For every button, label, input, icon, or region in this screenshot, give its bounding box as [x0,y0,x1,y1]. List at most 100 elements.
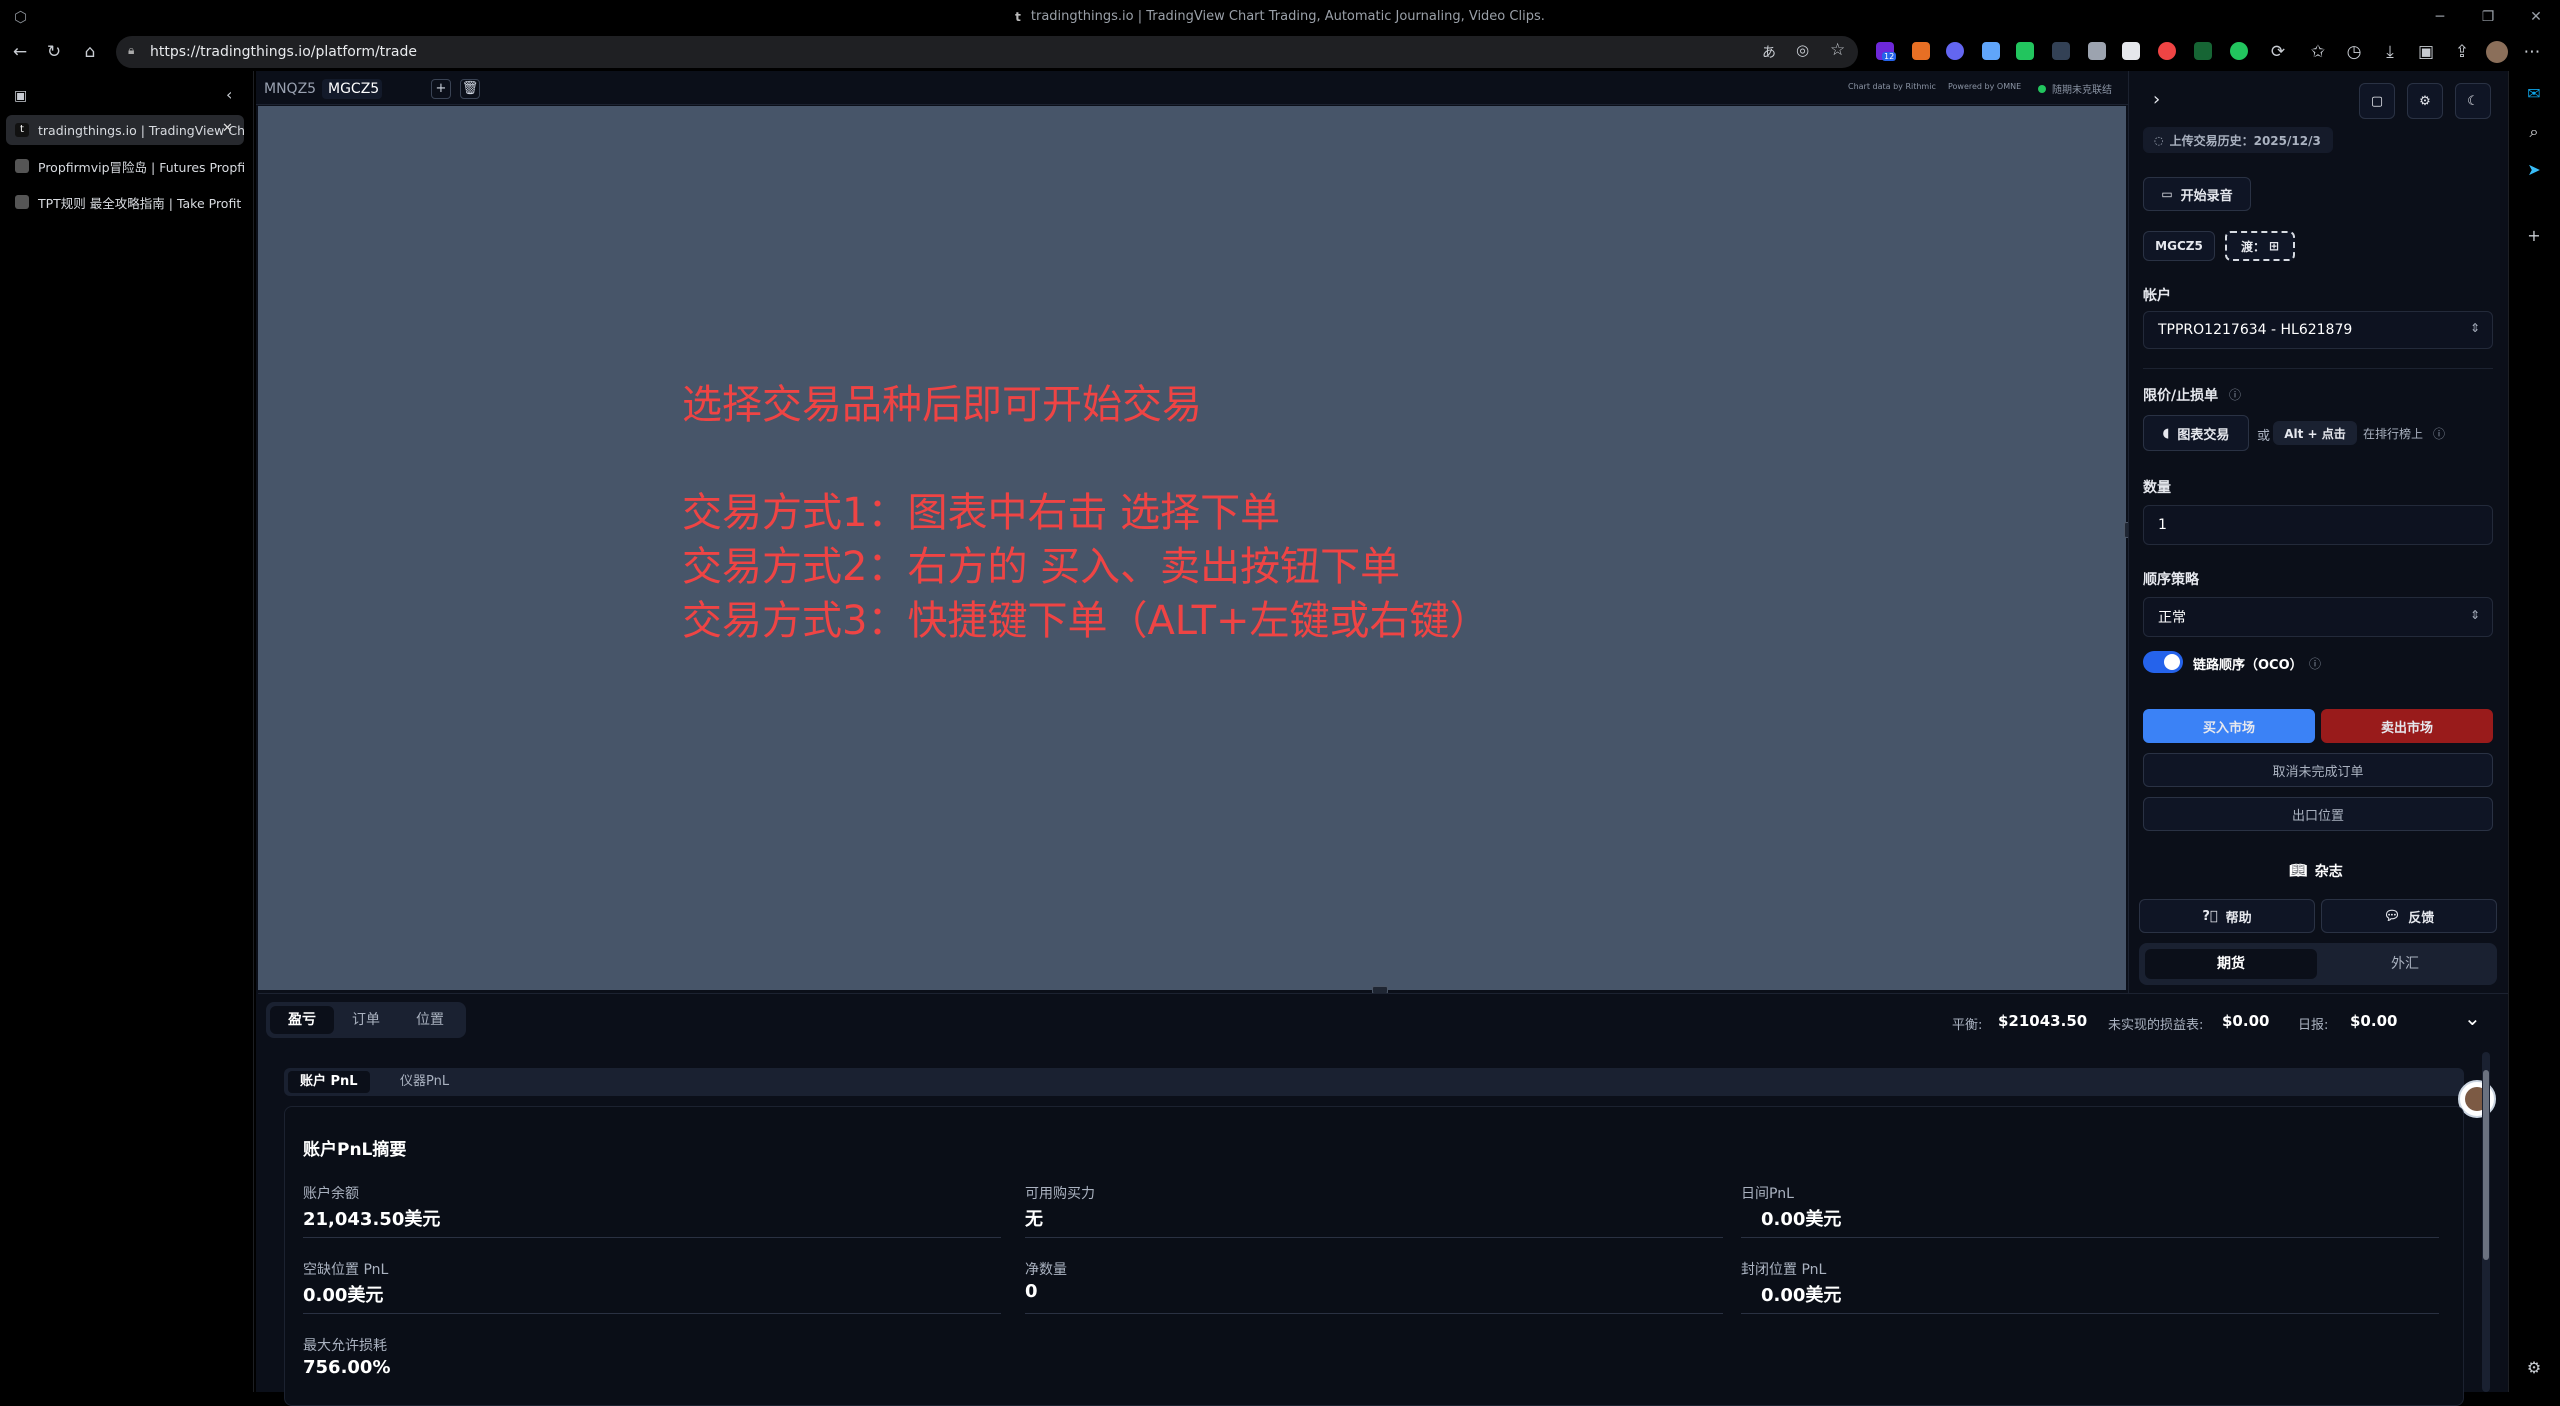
scrollbar[interactable] [2482,1052,2490,1392]
collapse-panel-chevron-icon[interactable]: ⌄ [2464,1006,2481,1030]
reader-icon[interactable]: ◎ [1796,41,1809,59]
journal-link[interactable]: 📖︎ 杂志 [2289,861,2343,881]
vertical-tab-propfirmvip[interactable]: Propfirmvip冒险岛 | Futures Propfirm [6,151,244,181]
chart-trade-button[interactable]: ◖ 图表交易 [2143,415,2249,451]
collapse-panel-icon[interactable]: › [2153,89,2160,110]
extension-icon-1[interactable]: 12 [1876,42,1897,61]
close-tab-icon[interactable]: ✕ [222,121,233,136]
address-bar[interactable]: 🔒︎ https://tradingthings.io/platform/tra… [116,36,1858,68]
history-icon[interactable]: ◷ [2342,41,2366,63]
theme-toggle-button[interactable]: ☾ [2455,83,2491,119]
market-type-switch: 期货 外汇 [2139,943,2497,985]
extension-icon-10[interactable] [2194,42,2212,60]
field-value: 756.00% [303,1357,391,1378]
mouse-icon: ◖ [2162,425,2170,441]
account-select[interactable]: TPPRO1217634 - HL621879 ⇕ [2143,311,2493,349]
field-label: 最大允许损耗 [303,1338,387,1354]
account-select-value: TPPRO1217634 - HL621879 [2158,322,2353,338]
field-label: 可用购买力 [1025,1186,1095,1202]
tpt-favicon [15,195,29,209]
add-rail-icon[interactable]: + [2523,225,2545,247]
exit-position-button[interactable]: 出口位置 [2143,797,2493,831]
extension-icon-3[interactable] [1946,42,1964,60]
chart-data-credit: Chart data by Rithmic [1848,82,1936,91]
instruction-line-2: 交易方式1：图表中右击 选择下单 [682,490,1281,536]
favorites-icon[interactable]: ✩ [2306,41,2330,63]
quantity-value: 1 [2158,517,2167,533]
order-strategy-label: 顺序策略 [2143,572,2199,588]
upload-history-chip[interactable]: ◌ 上传交易历史：2025/12/3 [2143,127,2333,153]
sell-market-button[interactable]: 卖出市场 [2321,709,2493,743]
quantity-label: 数量 [2143,480,2171,496]
sell-market-label: 卖出市场 [2380,720,2433,736]
back-icon[interactable]: ← [8,41,32,63]
restore-icon[interactable]: ❐ [2464,0,2512,33]
screenshot-icon[interactable]: ▣ [2414,41,2438,63]
subtab-account-pnl[interactable]: 账户 PnL [288,1071,370,1093]
collapse-sidebar-icon[interactable]: ‹ [226,85,232,104]
forex-tab[interactable]: 外汇 [2319,949,2491,979]
profile-avatar[interactable] [2486,41,2508,63]
instruction-line-4: 交易方式3：快捷键下单（ALT+左键或右键） [682,598,1490,644]
vertical-tab-tradingthings[interactable]: t tradingthings.io | TradingView Ch ✕ [6,115,244,145]
extension-icon-7[interactable] [2088,42,2106,60]
extension-icon-8[interactable] [2122,42,2140,60]
chart-tab-mnqz5[interactable]: MNQZ5 [258,79,322,99]
futures-tab[interactable]: 期货 [2145,949,2317,979]
tab-orders[interactable]: 订单 [334,1006,398,1034]
powered-by-credit: Powered by OMNE [1948,82,2022,91]
start-recording-button[interactable]: ▭ 开始录音 [2143,177,2251,211]
order-strategy-select[interactable]: 正常 ⇕ [2143,597,2493,637]
tab-pnl[interactable]: 盈亏 [270,1006,334,1034]
add-symbol-chip[interactable]: 渡： ⊞ [2225,231,2295,261]
delete-chart-tab-icon[interactable]: 🗑︎ [460,79,480,99]
download-icon[interactable]: ⤓ [2378,41,2402,63]
tab-actions-icon[interactable]: ▣ [14,88,27,104]
vertical-tab-title: tradingthings.io | TradingView Ch [38,122,244,138]
oco-help-icon[interactable]: ⓘ [2309,655,2321,672]
rail-settings-icon[interactable]: ⚙ [2523,1357,2545,1379]
more-menu-icon[interactable]: ⋯ [2520,41,2544,63]
extension-icon-5[interactable] [2016,42,2034,60]
oco-toggle[interactable] [2143,651,2183,673]
minimize-icon[interactable]: ─ [2416,0,2464,33]
favorite-star-icon[interactable]: ☆ [1830,40,1845,60]
field-divider [1741,1237,2439,1238]
quantity-input[interactable]: 1 [2143,505,2493,545]
chart-canvas[interactable]: 选择交易品种后即可开始交易 交易方式1：图表中右击 选择下单 交易方式2：右方的… [258,106,2126,990]
feedback-label: 反馈 [2408,910,2435,926]
home-icon[interactable]: ⌂ [78,41,102,63]
app-menu-icon[interactable]: ⬡ [14,8,27,26]
extensions-icon[interactable]: ⟳ [2266,41,2290,63]
chart-tab-mgcz5[interactable]: MGCZ5 [322,79,382,99]
subtab-instrument-pnl[interactable]: 仪器PnL [388,1071,461,1093]
vertical-tab-tpt[interactable]: TPT规则 最全攻略指南 | Take Profit Tr [6,187,244,217]
cancel-orders-button[interactable]: 取消未完成订单 [2143,753,2493,787]
extension-icon-2[interactable] [1912,42,1930,60]
close-icon[interactable]: ✕ [2512,0,2560,33]
share-icon[interactable]: ⇪ [2450,41,2474,63]
field-divider [303,1313,1001,1314]
symbol-chip-mgcz5[interactable]: MGCZ5 [2143,231,2215,261]
settings-button[interactable]: ⚙ [2407,83,2443,119]
feedback-button[interactable]: 💬︎ 反馈 [2321,899,2497,933]
send-icon[interactable]: ➤ [2523,159,2545,181]
extension-icon-11[interactable] [2230,42,2248,60]
outlook-icon[interactable]: ✉ [2523,83,2545,105]
search-icon[interactable]: ⌕ [2523,121,2545,143]
translate-icon[interactable]: あ [1762,42,1776,62]
limit-stop-help-icon[interactable]: ⓘ [2229,386,2241,403]
extension-icon-9[interactable] [2158,42,2176,60]
pnl-subtabs: 账户 PnL 仪器PnL [284,1068,2464,1096]
buy-market-button[interactable]: 买入市场 [2143,709,2315,743]
ladder-help-icon[interactable]: ⓘ [2433,425,2445,442]
field-value: 0 [1025,1281,1038,1302]
layout-button[interactable]: ▢ [2359,83,2395,119]
extension-icon-4[interactable] [1982,42,2000,60]
pnl-summary-card: 账户PnL摘要 账户余额 21,043.50美元 可用购买力 无 日间PnL 0… [284,1106,2464,1406]
tab-positions[interactable]: 位置 [398,1006,462,1034]
add-chart-tab-button[interactable]: + [431,79,451,99]
help-button[interactable]: ?⃝ 帮助 [2139,899,2315,933]
extension-icon-6[interactable] [2052,42,2070,60]
reload-icon[interactable]: ↻ [42,41,66,63]
